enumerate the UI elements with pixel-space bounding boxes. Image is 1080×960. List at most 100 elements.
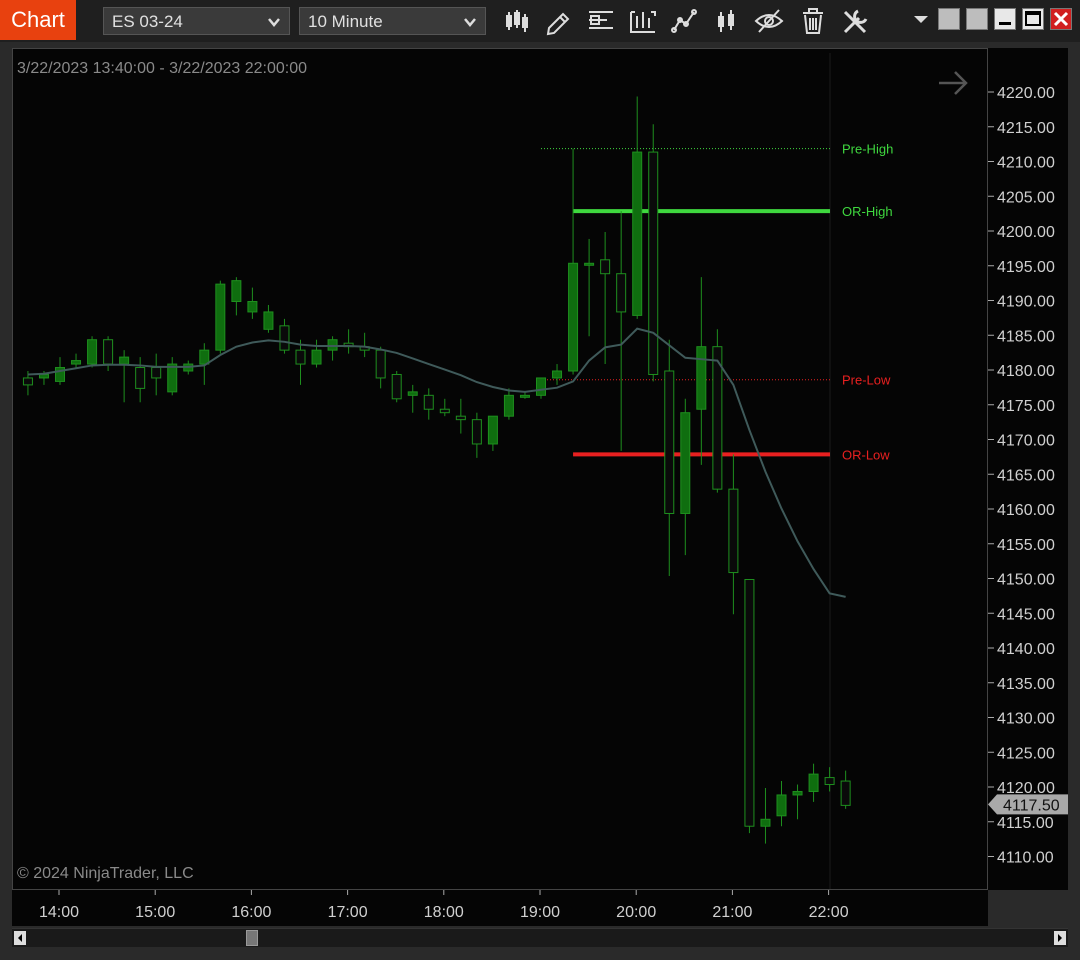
candle-body	[391, 373, 402, 400]
price-tick-label: 4200.00	[997, 224, 1055, 241]
close-button[interactable]	[1050, 8, 1072, 30]
candle	[311, 339, 322, 368]
bar-type-icon[interactable]	[501, 6, 533, 36]
maximize-button[interactable]	[1022, 8, 1044, 30]
candle-body	[840, 780, 851, 806]
link-button[interactable]	[938, 8, 960, 30]
time-axis[interactable]: 14:00 15:00 16:00 17:00 18:00 19:00 20:00 21:00…	[12, 890, 988, 926]
templates-icon[interactable]	[711, 6, 743, 36]
candle	[151, 353, 162, 396]
candles-layer	[22, 96, 851, 844]
candle-body	[295, 349, 306, 365]
current-price-label: 4117.50	[1003, 797, 1060, 814]
price-tick-label: 4150.00	[997, 572, 1055, 589]
drawing-tools-icon[interactable]	[543, 6, 575, 36]
chart-panel[interactable]: Pre-High OR-High Pre-Low OR-Low 3/22/2023 1…	[12, 48, 988, 890]
candle	[119, 350, 130, 403]
candle	[407, 384, 418, 413]
price-chart[interactable]: Pre-High OR-High Pre-Low OR-Low 3/22/2023 1…	[13, 49, 987, 889]
candle	[135, 357, 146, 403]
scroll-right-button[interactable]	[1054, 931, 1066, 945]
instrument-selector[interactable]: ES 03-24	[103, 7, 290, 35]
price-tick-label: 4205.00	[997, 189, 1055, 206]
instrument-link-button[interactable]	[966, 8, 988, 30]
time-tick-label: 16:00	[231, 904, 271, 921]
delete-icon[interactable]	[797, 6, 829, 36]
price-tick-label: 4215.00	[997, 120, 1055, 137]
time-tick-label: 19:00	[520, 904, 560, 921]
candle	[279, 318, 290, 354]
price-tick-label: 4110.00	[997, 850, 1054, 867]
candle-body	[536, 377, 546, 396]
date-range-label: 3/22/2023 13:40:00 - 3/22/2023 22:00:00	[17, 60, 307, 77]
candle-body	[22, 377, 33, 386]
horizontal-scrollbar[interactable]	[12, 928, 1068, 947]
candle-body	[167, 363, 178, 393]
candle-body	[279, 325, 290, 351]
candle-body	[439, 408, 450, 414]
price-tick-label: 4115.00	[997, 815, 1054, 832]
candle	[760, 788, 771, 844]
scroll-thumb[interactable]	[246, 930, 258, 946]
candle-body	[215, 283, 226, 351]
toolbar: Chart ES 03-24 10 Minute	[0, 0, 1080, 42]
candle-body	[728, 488, 739, 574]
candle-body	[568, 262, 579, 372]
candle	[616, 211, 627, 451]
properties-icon[interactable]	[839, 6, 871, 36]
candle	[519, 391, 530, 399]
instrument-label: ES 03-24	[112, 12, 183, 31]
candle	[359, 332, 370, 358]
time-tick-label: 18:00	[424, 904, 464, 921]
menu-dropdown-icon[interactable]	[910, 8, 932, 30]
candle	[728, 454, 739, 615]
candle	[696, 277, 707, 465]
candle	[600, 232, 611, 365]
time-tick-label: 20:00	[616, 904, 656, 921]
time-tick-label: 17:00	[328, 904, 368, 921]
candle	[263, 304, 274, 333]
price-tick-label: 4160.00	[997, 502, 1055, 519]
visibility-icon[interactable]	[753, 6, 785, 36]
time-tick-label: 22:00	[809, 904, 849, 921]
candle-body	[263, 311, 274, 330]
chart-tab[interactable]: Chart	[0, 0, 76, 40]
candle-body	[327, 339, 338, 351]
candle	[231, 277, 242, 316]
minimize-button[interactable]	[994, 8, 1016, 30]
candle-body	[471, 419, 482, 445]
candle-body	[487, 415, 498, 445]
arrow-right-icon[interactable]	[939, 71, 968, 95]
price-tick-label: 4165.00	[997, 467, 1055, 484]
candle	[632, 96, 643, 319]
candle-body	[712, 346, 723, 490]
interval-selector[interactable]: 10 Minute	[299, 7, 486, 35]
candle-body	[407, 391, 418, 396]
data-box-icon[interactable]	[585, 6, 617, 36]
strategies-icon[interactable]	[669, 6, 701, 36]
candle	[471, 412, 482, 458]
indicators-icon[interactable]	[627, 6, 659, 36]
candle	[648, 124, 659, 382]
candle-body	[199, 349, 210, 365]
candle	[503, 388, 514, 420]
candle-body	[552, 370, 563, 379]
candle-body	[519, 394, 530, 398]
candle-body	[824, 777, 835, 786]
candle-body	[584, 262, 595, 266]
scroll-left-button[interactable]	[14, 931, 26, 945]
moving-average-line	[27, 327, 846, 598]
price-tick-label: 4185.00	[997, 328, 1055, 345]
price-axis[interactable]: 4220.00 4215.00 4210.00 4205.00 4200.00 4195.…	[988, 48, 1068, 890]
candle	[568, 148, 579, 375]
candle-body	[38, 373, 49, 379]
price-tick-label: 4135.00	[997, 676, 1055, 693]
candle-body	[455, 415, 466, 421]
price-tick-label: 4130.00	[997, 711, 1055, 728]
candle	[439, 398, 450, 417]
candle	[792, 784, 803, 820]
price-tick-label: 4190.00	[997, 294, 1055, 311]
candle	[167, 357, 178, 396]
interval-label: 10 Minute	[308, 12, 383, 31]
candle	[664, 339, 675, 577]
